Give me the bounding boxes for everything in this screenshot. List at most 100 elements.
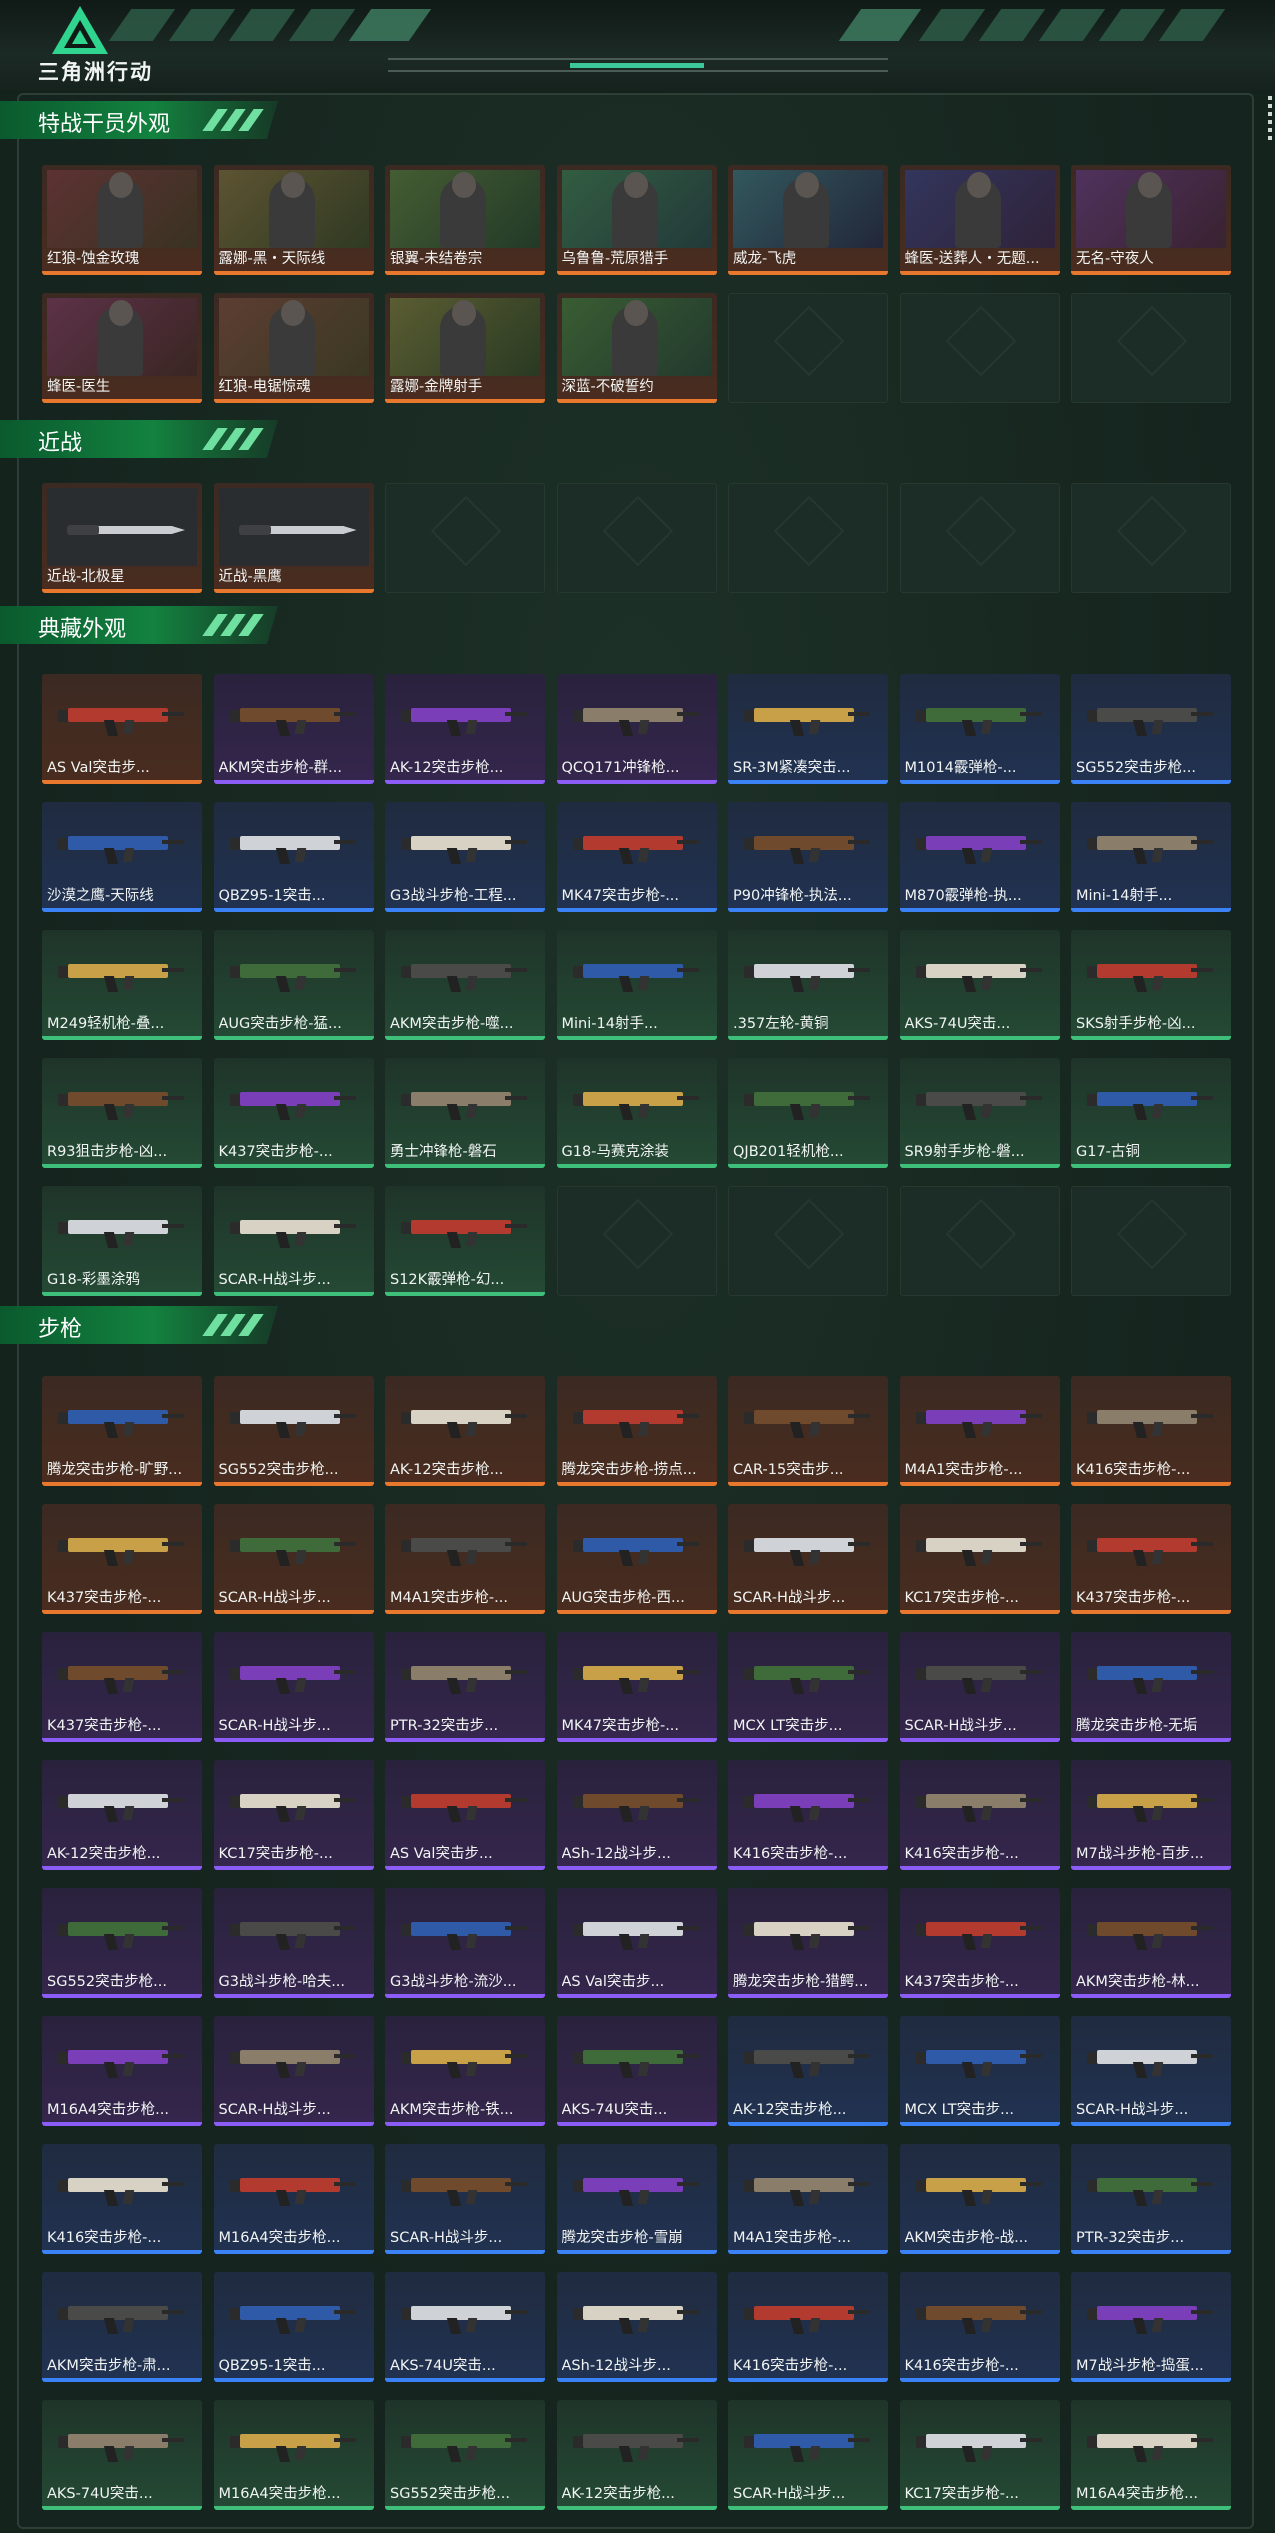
weapon-card[interactable]: M4A1突击步枪-... [899,1376,1060,1486]
weapon-card[interactable]: AKM突击步枪-肃... [42,2272,202,2382]
weapon-card[interactable]: AKS-74U突击... [556,2016,717,2126]
weapon-card[interactable]: 沙漠之鹰-天际线 [42,802,202,912]
weapon-card[interactable]: QBZ95-1突击... [213,802,374,912]
weapon-card[interactable]: 腾龙突击步枪-无垢 [1071,1632,1231,1742]
weapon-card[interactable]: MCX LT突击步... [728,1632,888,1742]
weapon-card[interactable]: G3战斗步枪-哈夫... [213,1888,374,1998]
weapon-card[interactable]: QJB201轻机枪... [728,1058,888,1168]
weapon-card[interactable]: SCAR-H战斗步... [1071,2016,1231,2126]
weapon-card[interactable]: AK-12突击步枪... [42,1760,202,1870]
weapon-card[interactable]: SKS射手步枪-凶... [1071,930,1231,1040]
weapon-card[interactable]: SG552突击步枪... [42,1888,202,1998]
weapon-card[interactable]: AK-12突击步枪... [385,674,545,784]
weapon-card[interactable]: P90冲锋枪-执法... [728,802,888,912]
weapon-card[interactable]: SG552突击步枪... [385,2400,545,2510]
weapon-card[interactable]: Mini-14射手... [1071,802,1231,912]
weapon-card[interactable]: G18-马赛克涂装 [556,1058,717,1168]
weapon-card[interactable]: K416突击步枪-... [899,2272,1060,2382]
weapon-card[interactable]: AKS-74U突击... [899,930,1060,1040]
operator-card[interactable]: 红狼-蚀金玫瑰 [42,165,202,275]
weapon-card[interactable]: M16A4突击步枪... [1071,2400,1231,2510]
weapon-card[interactable]: SCAR-H战斗步... [385,2144,545,2254]
weapon-card[interactable]: AS Val突击步... [556,1888,717,1998]
weapon-card[interactable]: AKS-74U突击... [385,2272,545,2382]
weapon-card[interactable]: K416突击步枪-... [899,1760,1060,1870]
weapon-card[interactable]: K437突击步枪-... [213,1058,374,1168]
weapon-card[interactable]: SCAR-H战斗步... [213,1186,374,1296]
weapon-card[interactable]: SCAR-H战斗步... [728,2400,888,2510]
operator-card[interactable]: 红狼-电锯惊魂 [213,293,374,403]
weapon-card[interactable]: M249轻机枪-叠... [42,930,202,1040]
weapon-card[interactable]: KC17突击步枪-... [899,2400,1060,2510]
weapon-card[interactable]: G3战斗步枪-工程... [385,802,545,912]
weapon-card[interactable]: K437突击步枪-... [899,1888,1060,1998]
weapon-card[interactable]: K437突击步枪-... [42,1632,202,1742]
weapon-card[interactable]: AKM突击步枪-战... [899,2144,1060,2254]
weapon-card[interactable]: M16A4突击步枪... [42,2016,202,2126]
weapon-card[interactable]: M16A4突击步枪... [213,2400,374,2510]
weapon-card[interactable]: SCAR-H战斗步... [213,2016,374,2126]
weapon-card[interactable]: G17-古铜 [1071,1058,1231,1168]
weapon-card[interactable]: AKM突击步枪-噬... [385,930,545,1040]
weapon-card[interactable]: G3战斗步枪-流沙... [385,1888,545,1998]
weapon-card[interactable]: M1014霰弹枪-... [899,674,1060,784]
operator-card[interactable]: 露娜-黑・天际线 [213,165,374,275]
weapon-card[interactable]: SCAR-H战斗步... [899,1632,1060,1742]
weapon-card[interactable]: M16A4突击步枪... [213,2144,374,2254]
weapon-card[interactable]: AS Val突击步... [385,1760,545,1870]
weapon-card[interactable]: AUG突击步枪-西... [556,1504,717,1614]
weapon-card[interactable]: AKM突击步枪-铁... [385,2016,545,2126]
weapon-card[interactable]: K416突击步枪-... [728,2272,888,2382]
weapon-card[interactable]: ASh-12战斗步... [556,2272,717,2382]
operator-card[interactable]: 深蓝-不破誓约 [556,293,717,403]
weapon-card[interactable]: .357左轮-黄铜 [728,930,888,1040]
weapon-card[interactable]: R93狙击步枪-凶... [42,1058,202,1168]
weapon-card[interactable]: AK-12突击步枪... [385,1376,545,1486]
weapon-card[interactable]: AUG突击步枪-猛... [213,930,374,1040]
weapon-card[interactable]: M7战斗步枪-百步... [1071,1760,1231,1870]
weapon-card[interactable]: MK47突击步枪-... [556,1632,717,1742]
operator-card[interactable]: 威龙-飞虎 [728,165,888,275]
weapon-card[interactable]: AK-12突击步枪... [728,2016,888,2126]
weapon-card[interactable]: AK-12突击步枪... [556,2400,717,2510]
weapon-card[interactable]: ASh-12战斗步... [556,1760,717,1870]
weapon-card[interactable]: M870霰弹枪-执... [899,802,1060,912]
weapon-card[interactable]: AKS-74U突击... [42,2400,202,2510]
melee-card[interactable]: 近战-北极星 [42,483,202,593]
operator-card[interactable]: 银翼-未结卷宗 [385,165,545,275]
weapon-card[interactable]: K416突击步枪-... [728,1760,888,1870]
weapon-card[interactable]: 腾龙突击步枪-雪崩 [556,2144,717,2254]
weapon-card[interactable]: K437突击步枪-... [1071,1504,1231,1614]
weapon-card[interactable]: S12K霰弹枪-幻... [385,1186,545,1296]
weapon-card[interactable]: M7战斗步枪-捣蛋... [1071,2272,1231,2382]
weapon-card[interactable]: SCAR-H战斗步... [213,1504,374,1614]
weapon-card[interactable]: QCQ171冲锋枪... [556,674,717,784]
weapon-card[interactable]: 腾龙突击步枪-捞点... [556,1376,717,1486]
weapon-card[interactable]: KC17突击步枪-... [899,1504,1060,1614]
weapon-card[interactable]: 腾龙突击步枪-猎鳄... [728,1888,888,1998]
weapon-card[interactable]: M4A1突击步枪-... [385,1504,545,1614]
weapon-card[interactable]: SG552突击步枪... [1071,674,1231,784]
operator-card[interactable]: 露娜-金牌射手 [385,293,545,403]
weapon-card[interactable]: 腾龙突击步枪-旷野... [42,1376,202,1486]
weapon-card[interactable]: MK47突击步枪-... [556,802,717,912]
operator-card[interactable]: 蜂医-送葬人・无题... [899,165,1060,275]
weapon-card[interactable]: SG552突击步枪... [213,1376,374,1486]
weapon-card[interactable]: Mini-14射手... [556,930,717,1040]
weapon-card[interactable]: QBZ95-1突击... [213,2272,374,2382]
weapon-card[interactable]: K437突击步枪-... [42,1504,202,1614]
weapon-card[interactable]: G18-彩墨涂鸦 [42,1186,202,1296]
weapon-card[interactable]: KC17突击步枪-... [213,1760,374,1870]
weapon-card[interactable]: M4A1突击步枪-... [728,2144,888,2254]
weapon-card[interactable]: PTR-32突击步... [1071,2144,1231,2254]
weapon-card[interactable]: AKM突击步枪-群... [213,674,374,784]
weapon-card[interactable]: SCAR-H战斗步... [728,1504,888,1614]
weapon-card[interactable]: CAR-15突击步... [728,1376,888,1486]
operator-card[interactable]: 乌鲁鲁-荒原猎手 [556,165,717,275]
more-options-icon[interactable] [1268,96,1272,144]
weapon-card[interactable]: K416突击步枪-... [1071,1376,1231,1486]
weapon-card[interactable]: SR9射手步枪-磐... [899,1058,1060,1168]
weapon-card[interactable]: AKM突击步枪-林... [1071,1888,1231,1998]
weapon-card[interactable]: SCAR-H战斗步... [213,1632,374,1742]
weapon-card[interactable]: AS Val突击步... [42,674,202,784]
